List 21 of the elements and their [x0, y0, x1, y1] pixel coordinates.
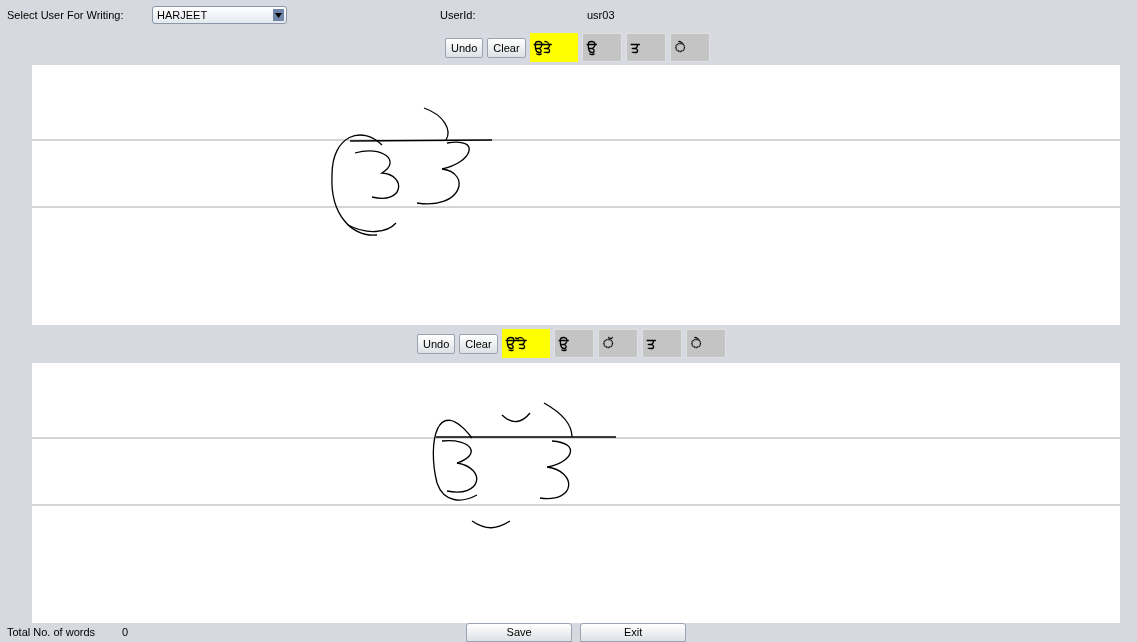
- word-count-label: Total No. of words: [7, 625, 97, 641]
- toolbar-button[interactable]: Clear: [487, 37, 526, 58]
- userid-label: UserId:: [440, 8, 477, 24]
- user-dropdown[interactable]: HARJEET: [152, 6, 287, 25]
- character-tile[interactable]: ◌ੇ: [685, 329, 726, 359]
- user-label: Select User For Writing:: [7, 8, 125, 24]
- character-tile[interactable]: ਉ: [553, 329, 594, 359]
- toolbar-button[interactable]: Undo: [417, 333, 456, 354]
- character-tile[interactable]: ਉ: [581, 33, 622, 63]
- toolbar-button[interactable]: Clear: [459, 333, 498, 354]
- userid-value: usr03: [587, 8, 615, 24]
- toolbar-button[interactable]: Undo: [445, 37, 484, 58]
- character-tile[interactable]: ਤ: [641, 329, 682, 359]
- character-tile[interactable]: ◌ੇ: [669, 33, 710, 63]
- character-tile[interactable]: ਉੱਤੇ: [501, 329, 550, 359]
- writing-canvas[interactable]: [32, 64, 1120, 325]
- character-tile[interactable]: ◌ੱ: [597, 329, 638, 359]
- word-count-value: 0: [122, 625, 129, 641]
- character-tile[interactable]: ਤ: [625, 33, 666, 63]
- character-tile[interactable]: ਉਤੇ: [529, 33, 578, 63]
- writing-canvas[interactable]: [32, 362, 1120, 623]
